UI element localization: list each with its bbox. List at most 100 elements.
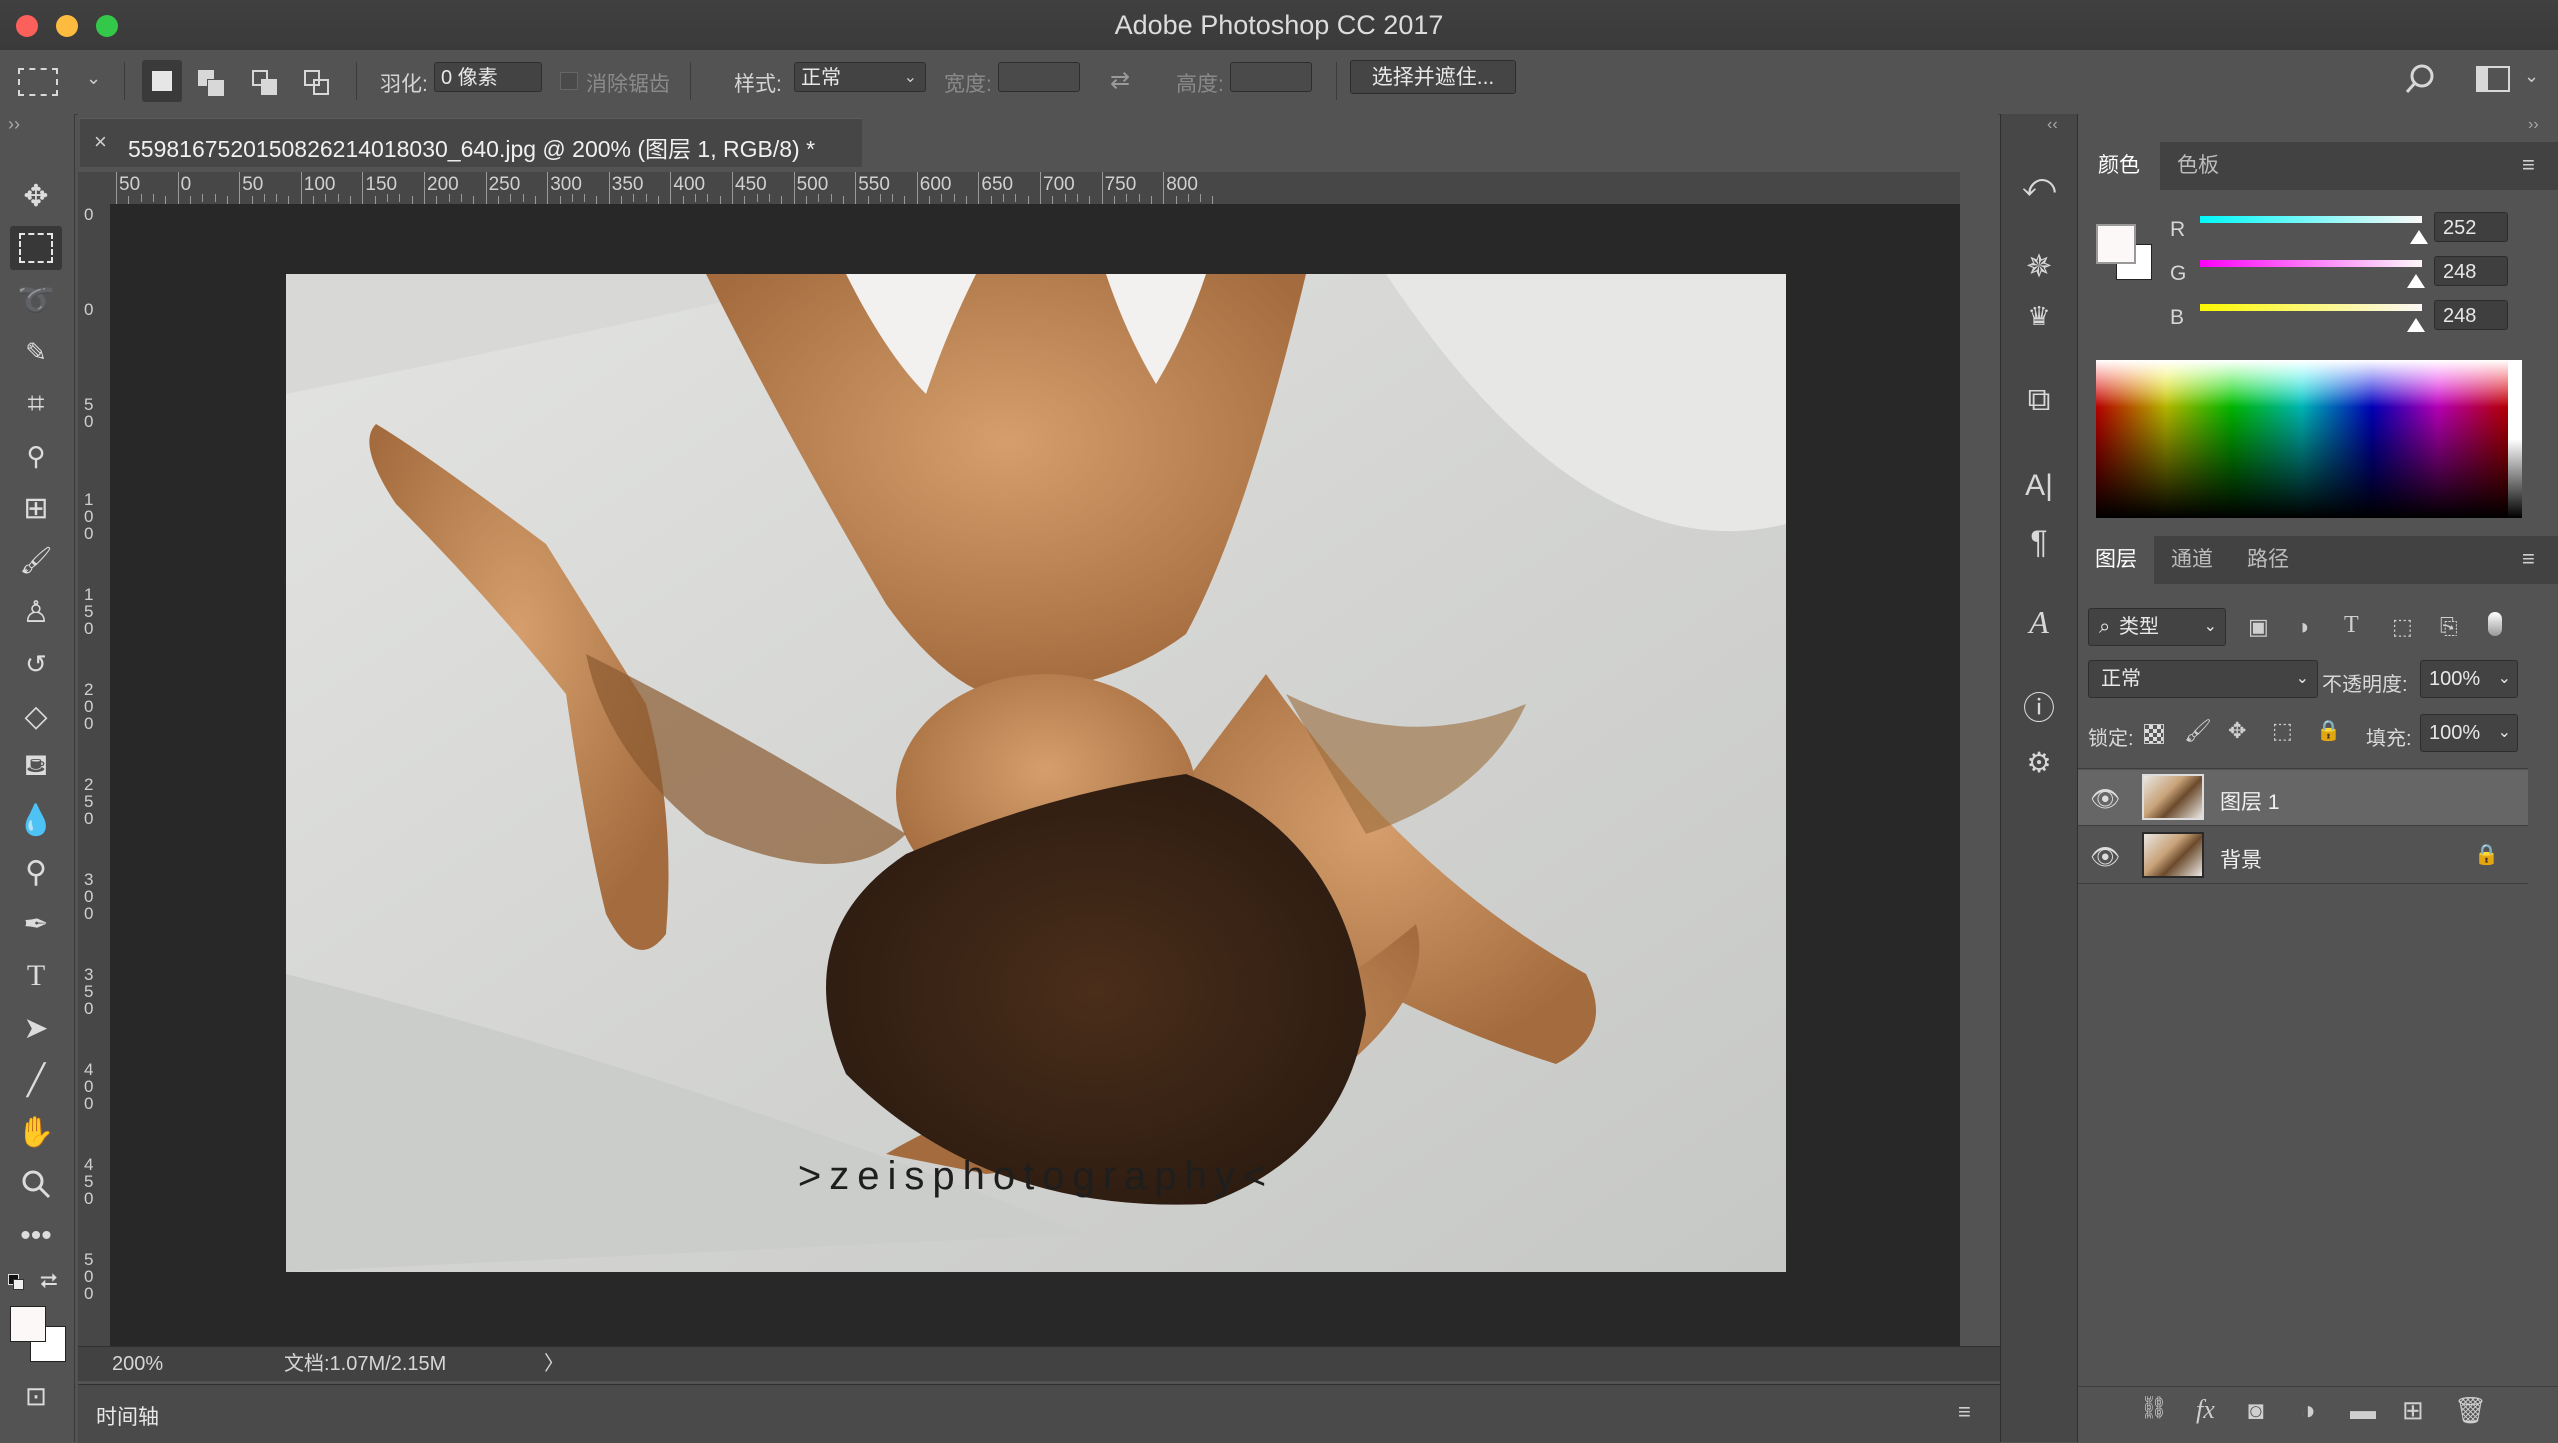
new-selection-button[interactable] (142, 60, 182, 102)
marquee-preset-icon[interactable] (18, 68, 58, 96)
status-arrow-icon[interactable]: 〉 (544, 1347, 564, 1381)
r-slider[interactable] (2200, 216, 2422, 223)
close-tab-icon[interactable]: × (94, 129, 107, 155)
paint-bucket-tool-icon[interactable]: ⛾ (10, 746, 62, 790)
subtract-selection-button[interactable] (252, 70, 280, 96)
document-tab[interactable]: × 5598167520150826214018030_640.jpg @ 20… (80, 118, 862, 167)
add-selection-button[interactable] (198, 70, 226, 97)
layer-style-button[interactable]: fx (2196, 1395, 2215, 1425)
search-icon[interactable] (2404, 62, 2438, 101)
chevron-down-icon[interactable]: ⌄ (2524, 66, 2539, 87)
visibility-eye-icon[interactable]: 👁 (2090, 843, 2120, 872)
b-value-field[interactable]: 248 (2434, 300, 2508, 330)
move-tool-icon[interactable]: ✥ (10, 174, 62, 218)
b-slider[interactable] (2200, 304, 2422, 311)
layer-filter-select[interactable]: ⌕ 类型 ⌄ (2088, 608, 2226, 646)
info-icon[interactable]: ⓘ (2015, 684, 2063, 728)
add-mask-icon[interactable]: ◙ (2248, 1395, 2264, 1426)
type-tool-icon[interactable]: T (10, 954, 62, 998)
collapse-right-icon[interactable]: ›› (2528, 116, 2539, 134)
r-value-field[interactable]: 252 (2434, 212, 2508, 242)
type-filter-icon[interactable]: T (2344, 612, 2359, 639)
lock-artboard-icon[interactable]: ⬚ (2272, 718, 2293, 744)
properties-icon[interactable]: ⧉ (2015, 378, 2063, 422)
select-and-mask-button[interactable]: 选择并遮住... (1350, 60, 1516, 94)
filter-toggle-icon[interactable] (2488, 612, 2502, 636)
g-slider-thumb[interactable] (2407, 274, 2425, 288)
image-filter-icon[interactable]: ▣ (2248, 614, 2269, 640)
grayscale-ramp[interactable] (2508, 360, 2522, 518)
lock-position-icon[interactable]: ✥ (2228, 718, 2246, 744)
blur-tool-icon[interactable]: 💧 (10, 798, 62, 842)
swap-colors-icon[interactable]: ⮂ (40, 1268, 58, 1294)
layer-row[interactable]: 👁 图层 1 (2078, 770, 2528, 826)
navigator-icon[interactable]: ✵ (2015, 244, 2063, 288)
zoom-level[interactable]: 200% (112, 1347, 163, 1381)
eyedropper-tool-icon[interactable]: ⚲ (10, 434, 62, 478)
character-icon[interactable]: A| (2015, 464, 2063, 508)
hand-tool-icon[interactable]: ✋ (10, 1110, 62, 1154)
foreground-color-swatch[interactable] (2096, 224, 2136, 264)
antialias-checkbox[interactable] (560, 72, 578, 90)
opacity-field[interactable]: 100% ⌄ (2420, 660, 2518, 698)
pen-tool-icon[interactable]: ✒ (10, 902, 62, 946)
g-slider[interactable] (2200, 260, 2422, 267)
crop-tool-icon[interactable]: ⌗ (10, 382, 62, 426)
history-icon[interactable]: ⤺ (2015, 164, 2063, 208)
shape-filter-icon[interactable]: ⬚ (2392, 614, 2413, 640)
lasso-tool-icon[interactable]: ➰ (10, 278, 62, 322)
marquee-tool-icon[interactable] (10, 226, 62, 270)
quick-selection-tool-icon[interactable]: ✎ (10, 330, 62, 374)
tab-paths[interactable]: 路径 (2230, 536, 2306, 584)
adjustment-layer-icon[interactable]: ◑ (2300, 1395, 2316, 1426)
dodge-tool-icon[interactable]: ⚲ (10, 850, 62, 894)
layer-row[interactable]: 👁 背景 🔒 (2078, 828, 2528, 884)
layer-name[interactable]: 图层 1 (2220, 786, 2280, 816)
histogram-icon[interactable]: ♛ (2015, 294, 2063, 338)
b-slider-thumb[interactable] (2407, 318, 2425, 332)
tab-swatches[interactable]: 色板 (2160, 142, 2236, 190)
delete-layer-icon[interactable]: 🗑 (2454, 1395, 2487, 1426)
panel-menu-icon[interactable]: ≡ (2522, 546, 2535, 572)
tab-color[interactable]: 颜色 (2078, 142, 2160, 190)
new-layer-icon[interactable]: ⊞ (2402, 1395, 2424, 1426)
default-colors-icon[interactable] (8, 1274, 24, 1290)
blend-mode-select[interactable]: 正常 ⌄ (2088, 660, 2318, 698)
visibility-eye-icon[interactable]: 👁 (2090, 785, 2120, 814)
style-select[interactable]: 正常 ⌄ (794, 62, 926, 92)
lock-transparency-icon[interactable] (2144, 724, 2164, 744)
feather-input[interactable]: 0 像素 (434, 62, 542, 92)
line-tool-icon[interactable]: ╱ (10, 1058, 62, 1102)
intersect-selection-button[interactable] (304, 70, 332, 96)
brush-tool-icon[interactable]: 🖌 (10, 538, 62, 582)
stamp-tool-icon[interactable]: ♙ (10, 590, 62, 634)
more-tools-icon[interactable]: ••• (10, 1214, 62, 1258)
lock-pixels-icon[interactable]: 🖌 (2184, 718, 2212, 744)
libraries-icon[interactable]: ⚙ (2015, 740, 2063, 784)
timeline-tab[interactable]: 时间轴 (96, 1401, 159, 1431)
r-slider-thumb[interactable] (2410, 230, 2429, 244)
width-input[interactable] (998, 62, 1080, 92)
workspace-icon[interactable] (2476, 66, 2510, 92)
panel-menu-icon[interactable]: ≡ (1958, 1399, 1971, 1425)
swap-icon[interactable]: ⇄ (1110, 66, 1130, 95)
tab-channels[interactable]: 通道 (2154, 536, 2230, 584)
zoom-tool-icon[interactable] (10, 1162, 62, 1206)
panel-menu-icon[interactable]: ≡ (2522, 152, 2535, 178)
link-layers-icon[interactable]: ⛓ (2140, 1395, 2168, 1421)
color-spectrum[interactable] (2096, 360, 2508, 518)
collapse-panel-icon[interactable]: ‹‹ (2047, 116, 2058, 134)
new-group-icon[interactable]: ▬ (2350, 1395, 2376, 1426)
fill-field[interactable]: 100% ⌄ (2420, 714, 2518, 752)
adjustment-filter-icon[interactable]: ◑ (2296, 614, 2309, 640)
height-input[interactable] (1230, 62, 1312, 92)
expand-panel-icon[interactable]: ›› (8, 114, 20, 135)
photo-canvas[interactable]: >zeisphotography< (286, 274, 1786, 1272)
tab-layers[interactable]: 图层 (2078, 536, 2154, 584)
eraser-tool-icon[interactable]: ◇ (10, 694, 62, 738)
g-value-field[interactable]: 248 (2434, 256, 2508, 286)
smart-object-filter-icon[interactable]: ⎘ (2440, 614, 2458, 640)
chevron-down-icon[interactable]: ⌄ (86, 68, 101, 89)
layer-name[interactable]: 背景 (2220, 844, 2262, 874)
quick-mask-icon[interactable]: ⊡ (10, 1374, 62, 1418)
